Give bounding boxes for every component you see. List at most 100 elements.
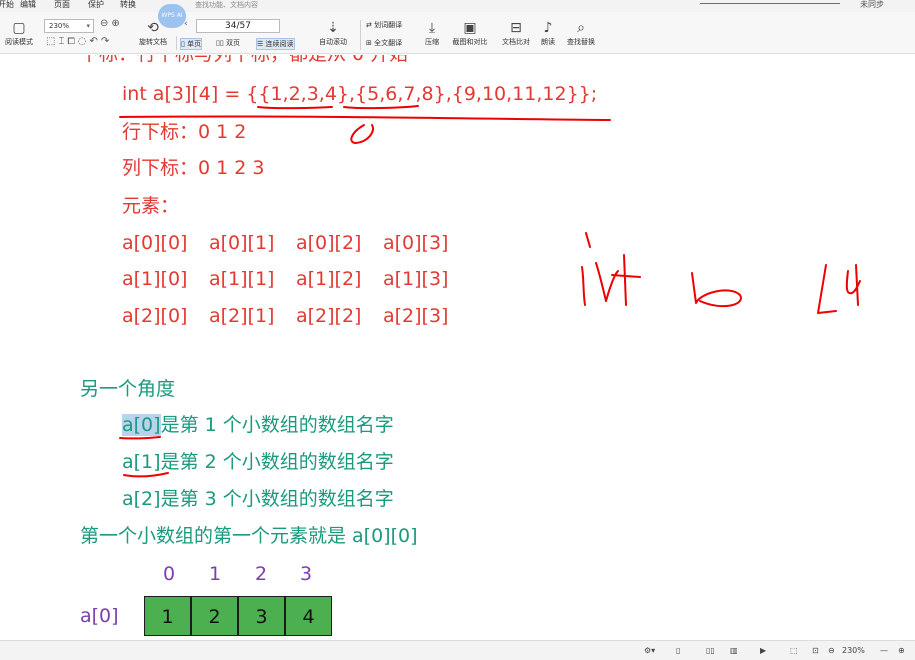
continuous-read-button[interactable]: ☰ 连续阅读 [256, 38, 295, 50]
function-search[interactable]: 查找功能、文档内容 [195, 0, 258, 10]
screenshot-compare-label: 截图和对比 [452, 38, 488, 46]
status-zoom[interactable]: 230% [842, 645, 865, 657]
fit-width-icon[interactable]: ⬚ [790, 645, 798, 657]
full-translate-label: 全文翻译 [374, 39, 403, 47]
column-index: 0 [163, 563, 176, 585]
chevron-down-icon: ▾ [86, 22, 90, 30]
ink-underline-decl [119, 115, 611, 121]
menu-page[interactable]: 页面 [54, 0, 70, 10]
zoom-out-icon[interactable]: ⊖ [100, 18, 111, 29]
rotate-label: 旋转文档 [139, 38, 167, 46]
continuous-icon: ☰ [257, 40, 264, 48]
menu-edit[interactable]: 编辑 [20, 0, 36, 10]
auto-scroll-button[interactable]: ⇣ 自动滚动 [308, 20, 358, 47]
zoom-slider[interactable]: — [880, 645, 888, 657]
ink-handwriting-bracket [817, 264, 861, 314]
auto-scroll-icon: ⇣ [327, 20, 339, 36]
read-aloud-button[interactable]: ♪ 朗读 [536, 20, 560, 47]
compress-icon: ⤓ [428, 20, 436, 36]
single-page-button[interactable]: ▯ 单页 [180, 38, 203, 50]
menu-bar: 开始 编辑 页面 保护 转换 查找功能、文档内容 未同步 [0, 0, 915, 12]
row-name: a[1] [122, 451, 161, 473]
single-page-view-icon[interactable]: ▯ [676, 645, 680, 657]
search-icon: ⌕ [577, 20, 585, 36]
read-mode-label: 阅读模式 [5, 38, 33, 46]
array-cell: 3 [238, 596, 285, 636]
full-translate-button[interactable]: ⊞ 全文翻译 [366, 38, 402, 48]
play-icon[interactable]: ▶ [760, 645, 766, 657]
text-compare-button[interactable]: ⊟ 文档比对 [496, 20, 536, 47]
double-page-button[interactable]: ▯▯ 双页 [216, 38, 240, 48]
double-page-label: 双页 [225, 39, 240, 47]
array-cell: 2 [191, 596, 238, 636]
element-cell: a[1][0] [122, 268, 188, 290]
row-name: a[2] [122, 488, 161, 510]
zoom-out-icon[interactable]: ⊖ [828, 645, 835, 657]
settings-icon[interactable]: ⚙▾ [644, 645, 655, 657]
title-underline [700, 3, 840, 4]
ink-underline-first-row [257, 106, 333, 110]
column-index: 1 [209, 563, 222, 585]
rotate-icon: ⟲ [147, 20, 159, 36]
menu-convert[interactable]: 转换 [120, 0, 136, 10]
ink-underline-a1 [123, 472, 169, 478]
subscript-heading: 下标：行下标与列下标，都是从 0 开始 [80, 55, 408, 65]
array-cell: 4 [285, 596, 332, 636]
zoom-in-icon[interactable]: ⊕ [111, 18, 122, 29]
row-name-line: a[0]是第 1 个小数组的数组名字 [122, 414, 394, 436]
element-cell: a[1][1] [209, 268, 275, 290]
text-box-icon[interactable]: ⧠ [67, 36, 77, 47]
separator [176, 36, 177, 50]
ink-underline-second-row [343, 105, 419, 110]
fit-page-icon[interactable]: ⊡ [812, 645, 819, 657]
compress-button[interactable]: ⤓ 压缩 [418, 20, 446, 47]
zoom-controls[interactable]: ⊖⊕ [100, 18, 123, 29]
page-number-input[interactable]: 34/57 [196, 19, 280, 33]
menu-protect[interactable]: 保护 [88, 0, 104, 10]
element-cell: a[0][1] [209, 232, 275, 254]
select-icon[interactable]: ⬚ [46, 36, 58, 47]
status-bar: ⚙▾ ▯ ▯▯ ▥ ▶ ⬚ ⊡ ⊖ 230% — ⊕ [0, 640, 915, 660]
prev-page-icon[interactable]: ‹ [184, 19, 188, 29]
rotate-button[interactable]: ⟲ 旋转文档 [136, 20, 170, 47]
separator [360, 20, 361, 50]
array-cell: 1 [144, 596, 191, 636]
row-name-line: a[1]是第 2 个小数组的数组名字 [122, 451, 394, 473]
lasso-icon[interactable]: ◌ [78, 36, 90, 47]
col-index-line: 列下标：0 1 2 3 [122, 157, 265, 179]
element-cell: a[2][1] [209, 305, 275, 327]
element-cell: a[1][3] [383, 268, 449, 290]
auto-scroll-label: 自动滚动 [319, 38, 347, 46]
redo-icon[interactable]: ↷ [101, 36, 112, 47]
ink-underline-a0 [119, 436, 161, 440]
zoom-value: 230% [49, 22, 70, 30]
menu-start[interactable]: 开始 [0, 0, 14, 10]
annotation-tools[interactable]: ⬚⌶⧠◌↶↷ [46, 36, 112, 47]
translate-icon: ⇄ [366, 21, 372, 29]
row-name-desc: 是第 2 个小数组的数组名字 [160, 451, 394, 473]
read-mode-button[interactable]: ▢ 阅读模式 [2, 20, 36, 47]
document-page[interactable]: 下标：行下标与列下标，都是从 0 开始 int a[3][4] = {{1,2,… [0, 55, 915, 640]
full-translate-icon: ⊞ [366, 39, 372, 47]
element-cell: a[2][2] [296, 305, 362, 327]
element-cell: a[0][3] [383, 232, 449, 254]
screenshot-compare-button[interactable]: ▣ 截图和对比 [448, 20, 492, 47]
sync-status[interactable]: 未同步 [860, 0, 884, 10]
toolbar: ▢ 阅读模式 230% ▾ ⊖⊕ WPS AI ‹ 34/57 ⟲ 旋转文档 ⬚… [0, 4, 915, 54]
array-declaration: int a[3][4] = {{1,2,3,4},{5,6,7,8},{9,10… [122, 83, 598, 105]
find-replace-button[interactable]: ⌕ 查找替换 [562, 20, 600, 47]
ink-handwriting-a [691, 272, 742, 308]
selected-text[interactable]: a[0] [122, 414, 161, 436]
zoom-select[interactable]: 230% ▾ [44, 19, 94, 33]
double-page-view-icon[interactable]: ▯▯ [706, 645, 715, 657]
double-page-icon: ▯▯ [216, 39, 224, 47]
row-name-desc: 是第 1 个小数组的数组名字 [160, 414, 394, 436]
word-translate-button[interactable]: ⇄ 划词翻译 [366, 20, 402, 30]
another-angle-heading: 另一个角度 [80, 378, 176, 400]
undo-icon[interactable]: ↶ [90, 36, 101, 47]
row-index-line: 行下标：0 1 2 [122, 121, 247, 143]
book-view-icon[interactable]: ▥ [730, 645, 738, 657]
first-element-sentence: 第一个小数组的第一个元素就是 a[0][0] [80, 525, 418, 547]
elements-label: 元素： [122, 195, 180, 217]
zoom-in-icon[interactable]: ⊕ [898, 645, 905, 657]
